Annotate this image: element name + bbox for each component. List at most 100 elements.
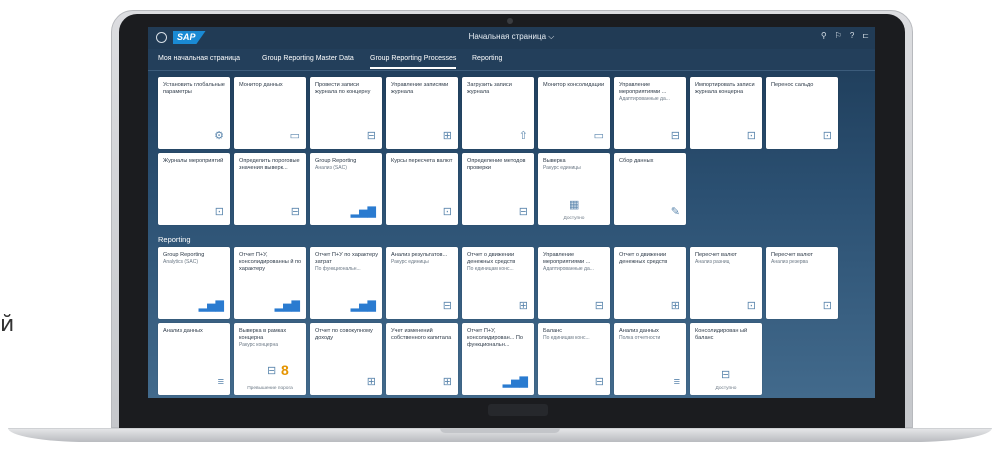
process-tile[interactable]: Управление записями журнала ⊞ [386,77,458,149]
tile-icon: ⊞ [442,130,452,142]
sap-logo[interactable]: SAP [173,31,206,44]
user-avatar-icon[interactable] [156,32,167,43]
tile-subtitle: По функциональн... [315,265,361,272]
reporting-tile[interactable]: Отчет П+У, консолидированны й по характе… [234,247,306,319]
tile-title: Журналы мероприятий [163,158,224,164]
process-tile[interactable]: Управление мероприятиями ... Адаптированн… [614,77,686,149]
tile-icon: ⊡ [746,300,756,312]
tile-title: Провести записи журнала по концерну [315,82,371,95]
process-tile[interactable]: Сбор данных ✎ [614,153,686,225]
reporting-tile[interactable]: Консолидирован ый баланс ⊟ Доступно [690,323,762,395]
tile-subtitle: По единицам конс... [467,265,514,272]
tile-title: Отчет по совокупному доходу [315,328,373,341]
process-tile[interactable]: Журналы мероприятий ⊡ [158,153,230,225]
process-tile[interactable]: Выверка Ракурс единицы ▦ Доступно [538,153,610,225]
tab-my-home[interactable]: Моя начальная страница [158,55,240,62]
notifications-icon[interactable]: ⚐ [835,31,842,40]
tab-processes[interactable]: Group Reporting Processes [370,55,457,69]
tile-subtitle: Ракурс единицы [391,258,429,265]
tile-title: Group Reporting [315,158,357,164]
tab-master-data[interactable]: Group Reporting Master Data [262,55,354,62]
process-tile[interactable]: Определение методов проверки ⊟ [462,153,534,225]
reporting-tile[interactable]: Пересчет валют Анализ разниц ⊡ [690,247,762,319]
tile-icon: ⊟ [594,300,604,312]
tile-icon: ▭ [593,130,604,142]
process-tile[interactable]: Монитор данных ▭ [234,77,306,149]
reporting-tile[interactable]: Управление мероприятиями ... Адаптированн… [538,247,610,319]
help-icon[interactable]: ? [850,31,854,40]
tile-icon: ⊟ [366,130,376,142]
reporting-tile[interactable]: Выверка в рамках концерна Ракурс концерна… [234,323,306,395]
tile-title: Курсы пересчета валют [391,158,453,164]
reporting-tile[interactable]: Анализ результатов... Ракурс единицы ⊟ [386,247,458,319]
tile-icon: ⊟ [594,376,604,388]
tile-header: Баланс По единицам конс... [543,328,606,341]
process-tile[interactable]: Установить глобальные параметры ⚙ [158,77,230,149]
reporting-tile[interactable]: Учет изменений собственного капитала ⊞ [386,323,458,395]
tile-header: Управление мероприятиями ... Адаптированн… [543,252,606,272]
process-tile[interactable]: Загрузить записи журнала ⇧ [462,77,534,149]
process-tile[interactable]: Импортировать записи журнала концерна ⊡ [690,77,762,149]
tile-title: Учет изменений собственного капитала [391,328,452,341]
tile-icon: ⊞ [670,300,680,312]
search-icon[interactable]: ⚲ [821,31,827,40]
tile-icon: ⊞ [518,300,528,312]
tile-title: Установить глобальные параметры [163,82,225,95]
tile-footer: Доступно [563,216,585,221]
process-tile[interactable]: Определить пороговые значения выверк... ⊟ [234,153,306,225]
tile-title: Баланс [543,328,563,334]
tile-title: Отчет П+У, консолидированны й по характе… [239,252,302,272]
reporting-tile[interactable]: Анализ данных Полка отчетности ≡ [614,323,686,395]
tile-icon: ▂▅▇ [502,376,528,388]
tile-title: Отчет П+У по характеру затрат [315,252,378,265]
tile-header: Group Reporting Анализ (SAC) [315,158,378,171]
stage: й SAP Начальная страница ⌵ ⚲ ⚐ ? ⊏ Моя н… [0,0,1000,451]
tile-icon: ⊟ [267,365,277,377]
page-title-menu[interactable]: Начальная страница ⌵ [448,32,575,42]
tile-icon: ▂▅▇ [198,300,224,312]
tile-title: Отчет П+У, консолидирован... По функцион… [467,328,524,348]
tile-icon: ✎ [670,206,680,218]
tile-icon: ▂▅▇ [274,300,300,312]
tile-subtitle: Полка отчетности [619,334,661,341]
tile-kpi-number: 8 [281,362,289,378]
reporting-tile[interactable]: Отчет о движении денежных средств По един… [462,247,534,319]
tile-subtitle: Анализ (SAC) [315,164,347,171]
menu-icon[interactable]: ⊏ [862,31,869,40]
laptop-notch [440,428,560,433]
reporting-tile[interactable]: Пересчет валют Анализ резерва ⊡ [766,247,838,319]
tab-reporting[interactable]: Reporting [472,55,502,62]
process-tile[interactable]: Курсы пересчета валют ⊡ [386,153,458,225]
tile-title: Перенос сальдо [771,82,814,88]
reporting-tile[interactable]: Отчет П+У по характеру затрат По функцион… [310,247,382,319]
tile-header: Group Reporting Analytics (SAC) [163,252,226,265]
reporting-tile[interactable]: Отчет по совокупному доходу ⊞ [310,323,382,395]
reporting-tile[interactable]: Отчет о движении денежных средств ⊞ [614,247,686,319]
tile-icon: ≡ [673,376,680,388]
tile-icon: ⊟ [721,369,731,381]
process-tile[interactable]: Group Reporting Анализ (SAC) ▂▅▇ [310,153,382,225]
tile-title: Group Reporting [163,252,205,258]
process-tile[interactable]: Монитор консолидации ▭ [538,77,610,149]
tile-title: Управление мероприятиями ... [543,252,591,265]
process-tile[interactable]: Перенос сальдо ⊡ [766,77,838,149]
tile-icon: ⚙ [214,130,224,142]
tile-icon: ⊟ [442,300,452,312]
tile-header: Выверка в рамках концерна Ракурс концерна [239,328,302,348]
reporting-tile[interactable]: Group Reporting Analytics (SAC) ▂▅▇ [158,247,230,319]
tile-title: Отчет о движении денежных средств [619,252,668,265]
reporting-tile[interactable]: Отчет П+У, консолидирован... По функцион… [462,323,534,395]
tile-title: Консолидирован ый баланс [695,328,748,341]
tile-title: Управление мероприятиями ... [619,82,667,95]
tile-icon: ⊡ [746,130,756,142]
reporting-tile[interactable]: Баланс По единицам конс... ⊟ [538,323,610,395]
tile-title: Монитор консолидации [543,82,605,88]
process-tile[interactable]: Провести записи журнала по концерну ⊟ [310,77,382,149]
tile-icon: ≡ [217,376,224,388]
tile-header: Отчет о движении денежных средств По един… [467,252,530,272]
tile-title: Импортировать записи журнала концерна [695,82,755,95]
tile-icon: ▭ [289,130,300,142]
reporting-tile[interactable]: Анализ данных ≡ [158,323,230,395]
tile-title: Управление записями журнала [391,82,449,95]
tile-header: Отчет П+У по характеру затрат По функцион… [315,252,378,272]
